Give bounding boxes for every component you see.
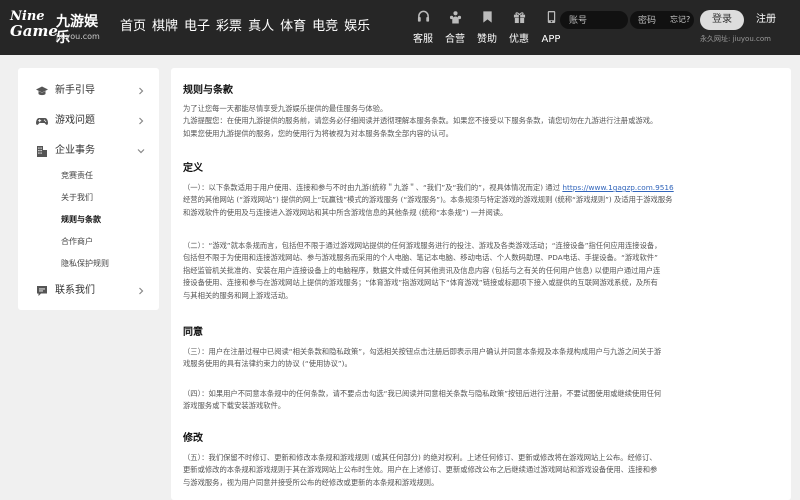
intro-line: 九游提醒您：在使用九游提供的服务前，请您务必仔细阅读并透彻理解本服务条款。如果您… — [183, 116, 658, 126]
sidebar-item-label: 联系我们 — [55, 285, 95, 296]
building-icon — [37, 146, 47, 157]
logo-text-game: Game — [10, 22, 58, 40]
chevron-right-icon — [139, 287, 144, 295]
sidebar-subitem-privacy-policy[interactable]: 隐私保护规则 — [61, 258, 109, 269]
section-title-definitions: 定义 — [183, 163, 203, 174]
sidebar-subitem-rules-and-terms[interactable]: 规则与条款 — [61, 214, 101, 225]
section-title-consent: 同意 — [183, 327, 203, 338]
intro-paragraph: 为了让您每一天都能尽情享受九游娱乐提供的最佳服务与体验。 九游提醒您：在使用九游… — [183, 103, 773, 140]
gift-icon — [513, 12, 525, 24]
sidebar-item-corporate-affairs[interactable]: 企业事务 — [36, 142, 159, 160]
chevron-down-icon — [137, 149, 145, 154]
clause-line: 与其相关的服务和网上游戏活动。 — [183, 290, 293, 300]
clause-line: （三）：用户在注册过程中已阅读“相关条款和隐私政策”，勾选相关按钮点击注册后即表… — [183, 347, 662, 356]
chevron-right-icon — [139, 87, 144, 95]
tool-promotions[interactable]: 优惠 — [505, 10, 533, 46]
sidebar-item-label: 企业事务 — [55, 145, 95, 156]
sidebar-item-beginner-guide[interactable]: 新手引导 — [36, 82, 159, 100]
clause-line: 戏服务使用的具有法律约束力的协议 (“使用协议”)。 — [183, 359, 352, 369]
clause-2: （二）：“游戏”就本条规而言，包括但不限于通过游戏网站提供的任何游戏服务进行的投… — [183, 240, 773, 302]
phone-icon — [547, 10, 555, 24]
sidebar-item-game-issues[interactable]: 游戏问题 — [36, 112, 159, 130]
clause-line: 与游戏服务，视为用户同意并接受所公布的经修改或更新的本条规和游戏规则。 — [183, 477, 439, 487]
clause-line: 和游戏软件的使用及与连接进入游戏网站和其中所含游戏信息的其他条规 (统称“本条规… — [183, 207, 508, 217]
sidebar-subitem-about-us[interactable]: 关于我们 — [61, 192, 93, 203]
nav-item-entertainment[interactable]: 娱乐 — [344, 18, 370, 36]
permanent-url: 永久网址: jiuyou.com — [700, 35, 771, 43]
nav-item-home[interactable]: 首页 — [120, 18, 146, 36]
nav-item-lottery[interactable]: 彩票 — [216, 18, 242, 36]
terms-content-panel: 规则与条款 为了让您每一天都能尽情享受九游娱乐提供的最佳服务与体验。 九游提醒您… — [171, 68, 791, 500]
clause-5: （五）：我们保留不时修订、更新和修改本条规和游戏规则 (或其任何部分) 的绝对权… — [183, 452, 773, 489]
main-nav: 首页 棋牌 电子 彩票 真人 体育 电竞 娱乐 — [120, 18, 376, 36]
account-input[interactable] — [560, 11, 628, 29]
nav-item-cards[interactable]: 棋牌 — [152, 18, 178, 36]
clause-1: （一）：以下条款适用于用户使用、连接和参与不时由九游(统称＂九游＂、“我们”及“… — [183, 182, 773, 219]
clause-line: （四）：如果用户不同意本条规中的任何条款，请不要点击勾选“我已阅读并同意相关条款… — [183, 389, 662, 398]
clause-line: （五）：我们保留不时修订、更新和修改本条规和游戏规则 (或其任何部分) 的绝对权… — [183, 453, 657, 462]
sidebar-subitem-partners[interactable]: 合作商户 — [61, 236, 93, 247]
clause-line: 包括但不限于为使用和连接游戏网站、参与游戏服务而采用的个人电脑、笔记本电脑、移动… — [183, 253, 658, 263]
tool-customer-service[interactable]: 客服 — [409, 10, 437, 46]
clause-4: （四）：如果用户不同意本条规中的任何条款，请不要点击勾选“我已阅读并同意相关条款… — [183, 388, 773, 413]
intro-line: 为了让您每一天都能尽情享受九游娱乐提供的最佳服务与体验。 — [183, 104, 388, 113]
header-tools: 客服 合营 赞助 优惠 APP — [409, 10, 569, 46]
terms-site-link[interactable]: https://www.1gagzp.com.9516 — [562, 183, 673, 192]
site-logo[interactable]: Nine Game 九游娱乐 jiuyou.com — [10, 10, 106, 46]
page-title: 规则与条款 — [183, 85, 233, 96]
clause-line: 指经监管机关批准的、安装在用户连接设备上的电脑程序，数据文件或任何其他资讯及信息… — [183, 265, 661, 275]
clause-line: 游戏服务或下载安装游戏软件。 — [183, 401, 286, 411]
sidebar-item-label: 游戏问题 — [55, 115, 95, 126]
clause-line: 经营的其他网站 (“游戏网站”) 提供的网上“玩赢钱”模式的游戏服务 (“游戏服… — [183, 195, 673, 205]
sidebar-subitem-competition-responsibility[interactable]: 竞赛责任 — [61, 170, 93, 181]
register-link[interactable]: 注册 — [756, 14, 776, 26]
help-sidebar: 新手引导 游戏问题 企业事务 竞赛责任 关于我们 规则与条款 合作商户 隐私保护… — [18, 68, 159, 310]
nav-item-electronic[interactable]: 电子 — [184, 18, 210, 36]
chevron-right-icon — [139, 117, 144, 125]
graduation-cap-icon — [36, 86, 48, 96]
partner-icon — [449, 11, 461, 24]
tool-label: 赞助 — [477, 34, 497, 45]
headset-icon — [417, 10, 429, 22]
forgot-password-link[interactable]: 忘记? — [670, 15, 690, 25]
clause-line: （一）：以下条款适用于用户使用、连接和参与不时由九游(统称＂九游＂、“我们”及“… — [183, 182, 773, 194]
nav-item-sports[interactable]: 体育 — [280, 18, 306, 36]
tool-partner[interactable]: 合营 — [441, 10, 469, 46]
tool-label: 优惠 — [509, 34, 529, 45]
tool-label: APP — [541, 34, 561, 45]
clause-3: （三）：用户在注册过程中已阅读“相关条款和隐私政策”，勾选相关按钮点击注册后即表… — [183, 346, 773, 371]
intro-line: 如果您使用九游提供的服务，您的使用行为将被视为对本服务条款全部内容的认可。 — [183, 128, 453, 138]
section-title-modifications: 修改 — [183, 433, 203, 444]
gamepad-icon — [36, 118, 48, 125]
logo-url: jiuyou.com — [56, 32, 100, 41]
nav-item-esports[interactable]: 电竞 — [312, 18, 338, 36]
tool-sponsor[interactable]: 赞助 — [473, 10, 501, 46]
sidebar-item-contact-us[interactable]: 联系我们 — [36, 282, 159, 300]
clause-line: （二）：“游戏”就本条规而言，包括但不限于通过游戏网站提供的任何游戏服务进行的投… — [183, 241, 662, 250]
sidebar-item-label: 新手引导 — [55, 85, 95, 96]
clause-line: 更新或修改的本条规和游戏规则于其在游戏网站上公布时生效。用户在上述修订、更新或修… — [183, 465, 658, 475]
nav-item-live[interactable]: 真人 — [248, 18, 274, 36]
tool-label: 合营 — [445, 34, 465, 45]
top-header: Nine Game 九游娱乐 jiuyou.com 首页 棋牌 电子 彩票 真人… — [0, 0, 800, 55]
login-button[interactable]: 登录 — [700, 10, 744, 30]
bookmark-icon — [482, 11, 492, 23]
chat-icon — [37, 286, 47, 296]
tool-label: 客服 — [413, 34, 433, 45]
clause-text: （一）：以下条款适用于用户使用、连接和参与不时由九游(统称＂九游＂、“我们”及“… — [183, 183, 563, 192]
clause-line: 接设备使用、连接和参与在游戏网站上提供的游戏服务；“体育游戏”指游戏网站下“体育… — [183, 278, 658, 288]
logo-text-chinese: 九游娱乐 — [56, 14, 98, 46]
